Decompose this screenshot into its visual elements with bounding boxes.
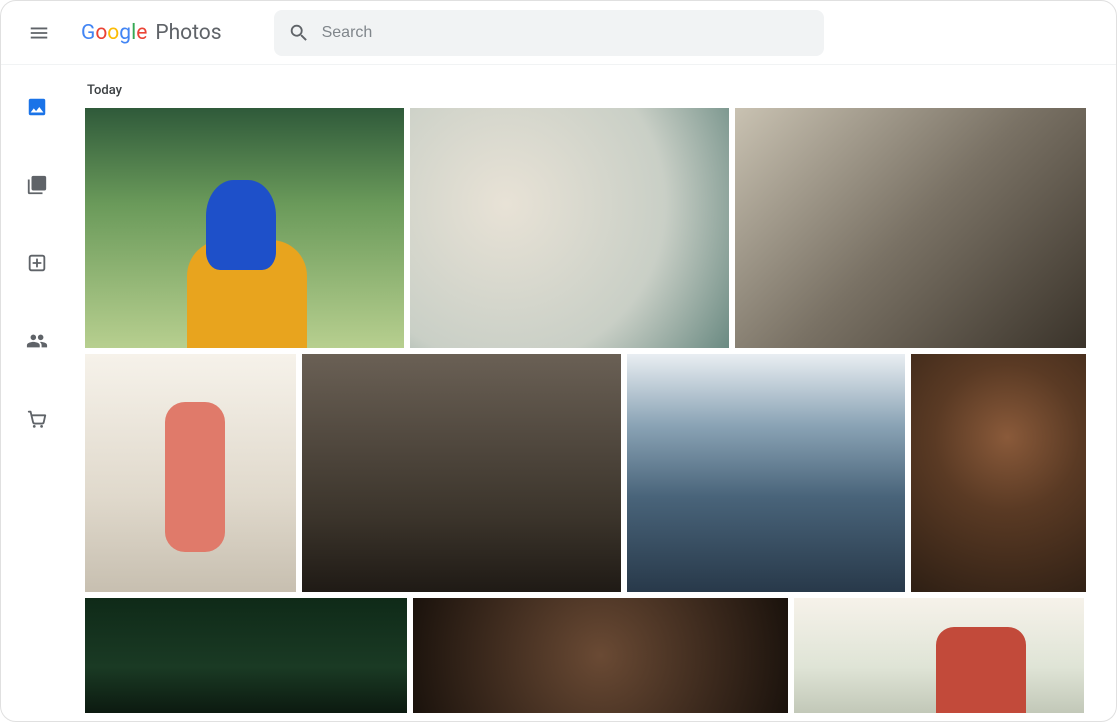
nav-photos[interactable] <box>15 85 59 129</box>
date-section-label: Today <box>87 83 1086 98</box>
left-navigation <box>1 65 73 721</box>
nav-print-store[interactable] <box>15 397 59 441</box>
photo-thumbnail[interactable] <box>794 598 1084 713</box>
photo-thumbnail[interactable] <box>413 598 788 713</box>
logo-photos-word: Photos <box>155 21 221 45</box>
main-menu-button[interactable] <box>17 11 61 55</box>
photo-thumbnail[interactable] <box>85 108 404 348</box>
app-header: Google Photos <box>1 1 1116 65</box>
nav-albums[interactable] <box>15 163 59 207</box>
photo-thumbnail[interactable] <box>627 354 904 592</box>
albums-icon <box>26 174 48 196</box>
nav-for-you[interactable] <box>15 241 59 285</box>
logo-google-word: Google <box>81 21 147 45</box>
photo-thumbnail[interactable] <box>85 598 407 713</box>
search-bar[interactable] <box>274 10 824 56</box>
photo-row <box>85 598 1086 713</box>
nav-sharing[interactable] <box>15 319 59 363</box>
hamburger-icon <box>28 22 50 44</box>
photo-thumbnail[interactable] <box>302 354 621 592</box>
photo-grid-area: Today <box>73 65 1116 721</box>
photo-thumbnail[interactable] <box>410 108 729 348</box>
sharing-icon <box>26 330 48 352</box>
photo-thumbnail[interactable] <box>911 354 1086 592</box>
search-input[interactable] <box>322 24 810 42</box>
google-photos-logo: Google Photos <box>81 21 222 45</box>
for-you-icon <box>26 252 48 274</box>
photo-row <box>85 354 1086 592</box>
print-store-icon <box>26 408 48 430</box>
photo-row <box>85 108 1086 348</box>
search-icon <box>288 22 310 44</box>
photos-icon <box>26 96 48 118</box>
photo-thumbnail[interactable] <box>85 354 296 592</box>
photo-thumbnail[interactable] <box>735 108 1086 348</box>
